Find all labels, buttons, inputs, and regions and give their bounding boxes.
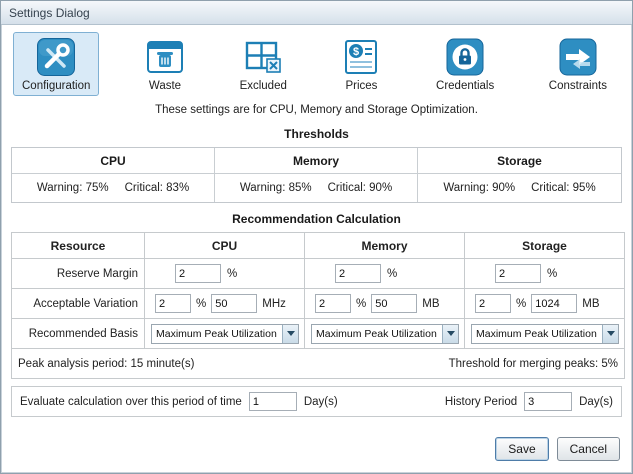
days-unit-label: Day(s) xyxy=(579,396,613,408)
toolbar-item-label: Constraints xyxy=(549,80,607,92)
window-title: Settings Dialog xyxy=(9,6,90,20)
configuration-icon xyxy=(36,37,76,77)
save-button[interactable]: Save xyxy=(495,437,548,461)
toolbar-item-prices[interactable]: $ Prices xyxy=(332,32,390,96)
recommended-basis-label: Recommended Basis xyxy=(12,319,145,349)
evaluate-period-label: Evaluate calculation over this period of… xyxy=(20,396,242,408)
svg-text:$: $ xyxy=(353,46,359,58)
threshold-col-cpu: CPU Warning: 75% Critical: 83% xyxy=(12,148,215,202)
cancel-button[interactable]: Cancel xyxy=(557,437,620,461)
percent-unit-label: % xyxy=(547,268,557,280)
basis-storage-dropdown[interactable]: Maximum Peak Utilization xyxy=(471,324,619,344)
peak-analysis-period-text: Peak analysis period: 15 minute(s) xyxy=(18,358,194,370)
variation-storage-percent-input[interactable] xyxy=(475,294,511,313)
variation-cpu-abs-input[interactable] xyxy=(211,294,257,313)
days-unit-label: Day(s) xyxy=(304,396,338,408)
header-cpu: CPU xyxy=(145,233,305,259)
thresholds-panel: CPU Warning: 75% Critical: 83% Memory Wa… xyxy=(11,147,622,203)
threshold-col-title: CPU xyxy=(12,148,214,174)
recommended-basis-row: Recommended Basis Maximum Peak Utilizati… xyxy=(12,319,625,349)
credentials-lock-icon xyxy=(445,37,485,77)
merge-threshold-text: Threshold for merging peaks: 5% xyxy=(449,358,618,370)
prices-icon: $ xyxy=(341,37,381,77)
dropdown-arrow-button[interactable] xyxy=(442,325,458,343)
threshold-col-title: Memory xyxy=(215,148,417,174)
header-resource: Resource xyxy=(12,233,145,259)
settings-dialog: Settings Dialog Configuration xyxy=(0,0,633,474)
intro-text: These settings are for CPU, Memory and S… xyxy=(1,99,632,118)
basis-cpu-dropdown[interactable]: Maximum Peak Utilization xyxy=(151,324,299,344)
variation-cpu-percent-input[interactable] xyxy=(155,294,191,313)
basis-storage-selected-value: Maximum Peak Utilization xyxy=(472,328,602,340)
toolbar-item-label: Credentials xyxy=(436,80,494,92)
percent-unit-label: % xyxy=(227,268,237,280)
dialog-footer: Save Cancel xyxy=(1,427,632,473)
settings-toolbar: Configuration Waste xyxy=(1,25,632,99)
evaluation-period-row: Evaluate calculation over this period of… xyxy=(11,386,622,417)
variation-memory-abs-input[interactable] xyxy=(371,294,417,313)
percent-unit-label: % xyxy=(516,298,526,310)
dropdown-arrow-button[interactable] xyxy=(602,325,618,343)
table-header-row: Resource CPU Memory Storage xyxy=(12,233,625,259)
basis-memory-selected-value: Maximum Peak Utilization xyxy=(312,328,442,340)
variation-storage-abs-input[interactable] xyxy=(531,294,577,313)
toolbar-item-label: Configuration xyxy=(22,80,90,92)
history-period-label: History Period xyxy=(445,396,517,408)
memory-warning-value: Warning: 85% xyxy=(240,182,312,194)
reserve-margin-label: Reserve Margin xyxy=(12,259,145,289)
chevron-down-icon xyxy=(447,331,455,336)
reserve-margin-storage-input[interactable] xyxy=(495,264,541,283)
toolbar-item-credentials[interactable]: Credentials xyxy=(427,32,503,96)
thresholds-heading: Thresholds xyxy=(1,127,632,141)
excluded-icon xyxy=(243,37,283,77)
percent-unit-label: % xyxy=(356,298,366,310)
storage-critical-value: Critical: 95% xyxy=(531,182,596,194)
recommendation-table: Resource CPU Memory Storage Reserve Marg… xyxy=(11,232,625,379)
header-memory: Memory xyxy=(305,233,465,259)
acceptable-variation-label: Acceptable Variation xyxy=(12,289,145,319)
history-period-input[interactable] xyxy=(524,392,572,411)
toolbar-item-constraints[interactable]: Constraints xyxy=(540,32,616,96)
reserve-margin-row: Reserve Margin % % % xyxy=(12,259,625,289)
toolbar-item-waste[interactable]: Waste xyxy=(136,32,194,96)
toolbar-item-label: Excluded xyxy=(240,80,287,92)
basis-memory-dropdown[interactable]: Maximum Peak Utilization xyxy=(311,324,459,344)
storage-warning-value: Warning: 90% xyxy=(443,182,515,194)
threshold-col-storage: Storage Warning: 90% Critical: 95% xyxy=(418,148,621,202)
toolbar-item-excluded[interactable]: Excluded xyxy=(231,32,296,96)
chevron-down-icon xyxy=(607,331,615,336)
percent-unit-label: % xyxy=(387,268,397,280)
toolbar-item-label: Waste xyxy=(149,80,181,92)
mhz-unit-label: MHz xyxy=(262,298,286,310)
toolbar-item-configuration[interactable]: Configuration xyxy=(13,32,99,96)
peak-analysis-row: Peak analysis period: 15 minute(s) Thres… xyxy=(12,349,625,379)
mb-unit-label: MB xyxy=(422,298,439,310)
reserve-margin-cpu-input[interactable] xyxy=(175,264,221,283)
toolbar-item-label: Prices xyxy=(345,80,377,92)
cpu-warning-value: Warning: 75% xyxy=(37,182,109,194)
waste-icon xyxy=(145,37,185,77)
header-storage: Storage xyxy=(465,233,625,259)
threshold-col-memory: Memory Warning: 85% Critical: 90% xyxy=(215,148,418,202)
variation-memory-percent-input[interactable] xyxy=(315,294,351,313)
recommendation-heading: Recommendation Calculation xyxy=(1,212,632,226)
basis-cpu-selected-value: Maximum Peak Utilization xyxy=(152,328,282,340)
acceptable-variation-row: Acceptable Variation % MHz % MB % MB xyxy=(12,289,625,319)
title-bar: Settings Dialog xyxy=(1,1,632,25)
chevron-down-icon xyxy=(287,331,295,336)
percent-unit-label: % xyxy=(196,298,206,310)
dropdown-arrow-button[interactable] xyxy=(282,325,298,343)
reserve-margin-memory-input[interactable] xyxy=(335,264,381,283)
constraints-arrows-icon xyxy=(558,37,598,77)
memory-critical-value: Critical: 90% xyxy=(328,182,393,194)
mb-unit-label: MB xyxy=(582,298,599,310)
threshold-col-title: Storage xyxy=(418,148,621,174)
evaluate-period-input[interactable] xyxy=(249,392,297,411)
cpu-critical-value: Critical: 83% xyxy=(125,182,190,194)
